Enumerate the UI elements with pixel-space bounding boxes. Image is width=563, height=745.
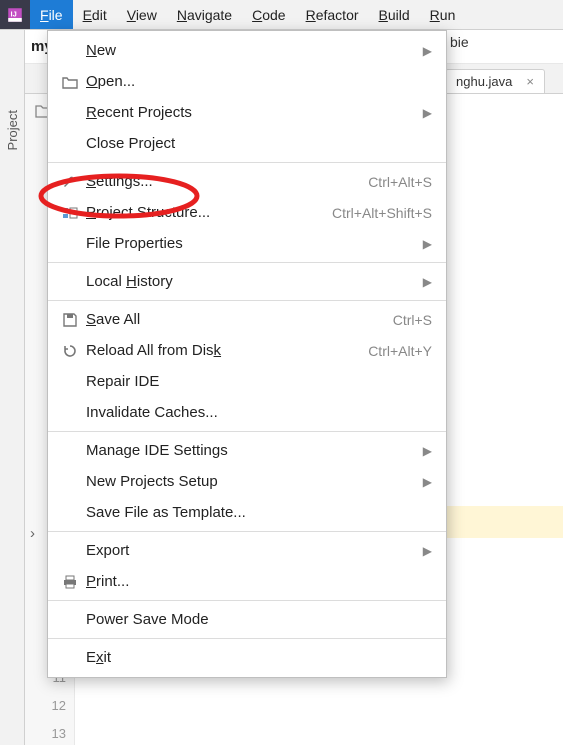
menu-item-new-projects-setup[interactable]: New Projects Setup ▶: [48, 466, 446, 497]
menu-item-label: Print...: [82, 573, 432, 590]
chevron-right-icon: ▶: [423, 237, 432, 251]
menu-item-recent-projects[interactable]: Recent Projects ▶: [48, 97, 446, 128]
reload-icon: [58, 343, 82, 359]
menu-item-repair-ide[interactable]: Repair IDE: [48, 366, 446, 397]
menu-item-label: Save All: [82, 311, 393, 328]
menu-separator: [48, 262, 446, 263]
menu-view[interactable]: View: [117, 0, 167, 29]
menu-item-exit[interactable]: Exit: [48, 642, 446, 673]
shortcut-label: Ctrl+Alt+Y: [368, 343, 432, 359]
chevron-right-icon[interactable]: ›: [30, 525, 35, 542]
menu-refactor[interactable]: Refactor: [296, 0, 369, 29]
menu-item-print[interactable]: Print...: [48, 566, 446, 597]
print-icon: [58, 574, 82, 590]
menu-item-save-all[interactable]: Save AllCtrl+S: [48, 304, 446, 335]
menu-item-power-save-mode[interactable]: Power Save Mode: [48, 604, 446, 635]
menu-item-label: Manage IDE Settings: [82, 442, 417, 459]
menu-item-label: Power Save Mode: [82, 611, 432, 628]
menu-item-label: Export: [82, 542, 417, 559]
menu-item-close-project[interactable]: Close Project: [48, 128, 446, 159]
menu-separator: [48, 431, 446, 432]
menu-item-label: Reload All from Disk: [82, 342, 368, 359]
shortcut-label: Ctrl+S: [393, 312, 432, 328]
menu-item-label: File Properties: [82, 235, 417, 252]
menu-item-settings[interactable]: Settings...Ctrl+Alt+S: [48, 166, 446, 197]
menubar: IJ File Edit View Navigate Code Refactor…: [0, 0, 563, 30]
editor-tab[interactable]: nghu.java ×: [445, 69, 545, 93]
menu-item-label: Open...: [82, 73, 432, 90]
chevron-right-icon: ▶: [423, 544, 432, 558]
menu-build[interactable]: Build: [369, 0, 420, 29]
file-menu-dropdown: New ▶ Open... Recent Projects ▶ Close Project…: [47, 30, 447, 678]
menu-item-label: Invalidate Caches...: [82, 404, 432, 421]
chevron-right-icon: ▶: [423, 44, 432, 58]
app-icon: IJ: [0, 0, 30, 29]
menu-separator: [48, 638, 446, 639]
breadcrumb-fragment: bie: [450, 34, 469, 50]
menu-code[interactable]: Code: [242, 0, 295, 29]
menu-item-label: New: [82, 42, 417, 59]
menu-run[interactable]: Run: [420, 0, 466, 29]
menu-item-reload-all-from-disk[interactable]: Reload All from DiskCtrl+Alt+Y: [48, 335, 446, 366]
menu-item-open[interactable]: Open...: [48, 66, 446, 97]
tab-filename: nghu.java: [456, 74, 512, 89]
menu-item-label: Local History: [82, 273, 417, 290]
menu-item-export[interactable]: Export ▶: [48, 535, 446, 566]
svg-text:IJ: IJ: [11, 9, 17, 18]
menu-item-label: Save File as Template...: [82, 504, 432, 521]
chevron-right-icon: ▶: [423, 444, 432, 458]
menu-item-invalidate-caches[interactable]: Invalidate Caches...: [48, 397, 446, 428]
shortcut-label: Ctrl+Alt+Shift+S: [332, 205, 432, 221]
menu-item-new[interactable]: New ▶: [48, 35, 446, 66]
menu-item-label: Repair IDE: [82, 373, 432, 390]
menu-item-local-history[interactable]: Local History ▶: [48, 266, 446, 297]
menu-item-save-file-as-template[interactable]: Save File as Template...: [48, 497, 446, 528]
chevron-right-icon: ▶: [423, 275, 432, 289]
sidebar-project-tab[interactable]: Project: [0, 30, 25, 745]
menu-item-manage-ide-settings[interactable]: Manage IDE Settings ▶: [48, 435, 446, 466]
menu-navigate[interactable]: Navigate: [167, 0, 242, 29]
structure-icon: [58, 205, 82, 221]
menu-item-label: Project Structure...: [82, 204, 332, 221]
menu-separator: [48, 162, 446, 163]
folder-open-icon: [58, 75, 82, 89]
menu-separator: [48, 300, 446, 301]
chevron-right-icon: ▶: [423, 106, 432, 120]
menu-item-label: Recent Projects: [82, 104, 417, 121]
menu-item-label: Exit: [82, 649, 432, 666]
menu-item-label: Settings...: [82, 173, 368, 190]
menu-separator: [48, 531, 446, 532]
menu-item-project-structure[interactable]: Project Structure...Ctrl+Alt+Shift+S: [48, 197, 446, 228]
menu-item-label: New Projects Setup: [82, 473, 417, 490]
close-icon[interactable]: ×: [526, 74, 534, 89]
menu-item-file-properties[interactable]: File Properties ▶: [48, 228, 446, 259]
menu-file[interactable]: File: [30, 0, 73, 29]
menu-separator: [48, 600, 446, 601]
chevron-right-icon: ▶: [423, 475, 432, 489]
menu-item-label: Close Project: [82, 135, 432, 152]
sidebar-label: Project: [5, 110, 20, 150]
wrench-icon: [58, 174, 82, 190]
shortcut-label: Ctrl+Alt+S: [368, 174, 432, 190]
save-icon: [58, 312, 82, 328]
menu-edit[interactable]: Edit: [73, 0, 117, 29]
